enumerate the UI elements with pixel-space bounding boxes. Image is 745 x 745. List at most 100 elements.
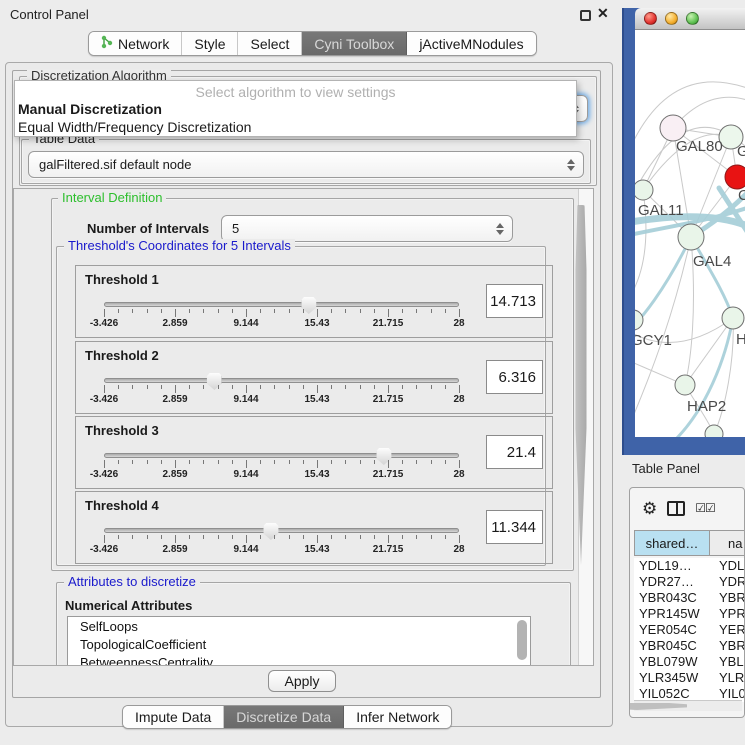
tab-impute-data[interactable]: Impute Data [123,706,224,728]
tab-style-label: Style [194,36,225,52]
tab-select[interactable]: Select [238,32,302,55]
close-traffic-light-icon[interactable] [644,12,657,25]
network-node-partial[interactable] [705,425,723,437]
slider-scale-labels: -3.4262.8599.14415.4321.71528 [104,544,459,556]
tab-cyni-toolbox[interactable]: Cyni Toolbox [302,32,407,55]
node-label: GCY1 [635,332,672,349]
gear-icon[interactable]: ⚙ [642,500,657,517]
cell: YDL19… [634,558,710,574]
slider-track[interactable] [104,378,459,383]
tab-impute-data-label: Impute Data [135,709,211,725]
attributes-group-title: Attributes to discretize [64,575,200,589]
list-item[interactable]: TopologicalCoefficient [68,635,530,653]
cell: YDR27… [634,574,710,590]
threshold-2-label: Threshold 2 [85,348,159,363]
table-header-row: shared… na [634,530,745,556]
algorithm-dropdown-popup: Select algorithm to view settings Manual… [14,80,577,137]
scrollbar-thumb[interactable] [576,205,587,565]
table-row[interactable]: YDR27… YDR2 [634,574,745,590]
table-data-combobox[interactable]: galFiltered.sif default node [28,151,584,178]
thresholds-group-title: Threshold's Coordinates for 5 Intervals [64,239,295,253]
network-node-gcy1[interactable] [635,310,643,330]
threshold-3-box: Threshold 3 -3.4262.8599.14415.4321.7152… [75,416,553,489]
tab-jactivemnodules[interactable]: jActiveMNodules [407,32,535,55]
cell: YBR043C [634,590,710,606]
tab-network[interactable]: Network [89,32,182,55]
threshold-1-label: Threshold 1 [85,272,159,287]
dropdown-option-equal-width-frequency[interactable]: Equal Width/Frequency Discretization [15,118,576,136]
table-row[interactable]: YER054C YER0 [634,622,745,638]
node-label: GAL80 [676,138,723,155]
slider-track[interactable] [104,302,459,307]
cell: YDL1 [710,558,745,574]
threshold-4-value-field[interactable]: 11.344 [486,510,543,544]
float-window-icon[interactable] [580,10,591,21]
threshold-4-slider[interactable]: -3.4262.8599.14415.4321.71528 [104,528,459,556]
tab-style[interactable]: Style [182,32,238,55]
slider-scale-labels: -3.4262.8599.14415.4321.71528 [104,318,459,330]
table-row[interactable]: YBR045C YBR0 [634,638,745,654]
split-columns-icon[interactable] [667,501,685,516]
scrollbar-thumb[interactable] [629,703,687,710]
network-node-gal4[interactable] [678,224,704,250]
table-body: YDL19… YDL1 YDR27… YDR2 YBR043C YBR0 YPR… [634,558,745,702]
dropdown-option-manual-discretization[interactable]: Manual Discretization [15,100,576,118]
slider-scale-labels: -3.4262.8599.14415.4321.71528 [104,469,459,481]
table-row[interactable]: YBR043C YBR0 [634,590,745,606]
tab-network-label: Network [118,36,169,52]
numerical-attributes-list[interactable]: SelfLoops TopologicalCoefficient Between… [67,616,531,666]
checkbox-filter-icons[interactable]: ☑☑ [695,501,715,515]
numerical-attributes-label: Numerical Attributes [65,598,192,613]
network-node-h[interactable] [722,307,744,329]
tab-discretize-data-label: Discretize Data [236,709,331,725]
threshold-1-slider[interactable]: -3.4262.8599.14415.4321.71528 [104,302,459,330]
cell: YDR2 [710,574,745,590]
column-header-name[interactable]: na [710,530,745,556]
table-data-selected-value: galFiltered.sif default node [39,157,191,172]
tab-jactivemnodules-label: jActiveMNodules [419,36,523,52]
slider-ticks [104,309,459,318]
table-row[interactable]: YBL079W YBL0 [634,654,745,670]
threshold-3-slider[interactable]: -3.4262.8599.14415.4321.71528 [104,453,459,481]
list-scrollbar[interactable] [517,620,527,660]
column-header-shared-name[interactable]: shared… [634,530,710,556]
close-icon[interactable]: ✕ [597,5,609,22]
threshold-4-label: Threshold 4 [85,498,159,513]
zoom-traffic-light-icon[interactable] [686,12,699,25]
table-row[interactable]: YPR145W YPR1 [634,606,745,622]
table-horizontal-scrollbar[interactable] [634,700,742,711]
number-of-intervals-value: 5 [232,221,239,236]
table-panel: ⚙ ☑☑ shared… na YDL19… YDL1 YDR27… YDR2 … [629,487,745,718]
tab-discretize-data[interactable]: Discretize Data [224,706,344,728]
threshold-3-value-field[interactable]: 21.4 [486,435,543,469]
threshold-2-box: Threshold 2 -3.4262.8599.14415.4321.7152… [75,341,553,414]
minimize-traffic-light-icon[interactable] [665,12,678,25]
cell: YBR045C [634,638,710,654]
network-node-selected-red[interactable] [725,165,745,189]
threshold-2-slider[interactable]: -3.4262.8599.14415.4321.71528 [104,378,459,406]
network-node-hap2[interactable] [675,375,695,395]
threshold-3-label: Threshold 3 [85,423,159,438]
top-tab-bar: Network Style Select Cyni Toolbox jActiv… [88,31,537,56]
cell: YBR0 [710,638,745,654]
list-item[interactable]: BetweennessCentrality [68,653,530,666]
threshold-1-value-field[interactable]: 14.713 [486,284,543,318]
network-window-titlebar[interactable] [635,8,745,30]
interval-definition-title: Interval Definition [58,191,166,205]
cell: YER0 [710,622,745,638]
table-row[interactable]: YDL19… YDL1 [634,558,745,574]
settings-vertical-scrollbar[interactable] [578,189,593,665]
network-node-gal11[interactable] [635,180,653,200]
network-canvas[interactable]: GAL80 G C GAL11 GAL4 GCY1 H HAP2 [635,30,745,437]
cell: YBL0 [710,654,745,670]
threshold-2-value-field[interactable]: 6.316 [486,360,543,394]
table-row[interactable]: YLR345W YLR3 [634,670,745,686]
threshold-1-box: Threshold 1 -3.4262.8599.14415.4321.7152… [75,265,553,338]
combo-arrows-icon [567,159,575,171]
apply-button[interactable]: Apply [268,670,336,692]
list-item[interactable]: SelfLoops [68,617,530,635]
tab-infer-network[interactable]: Infer Network [344,706,451,728]
cell: YPR1 [710,606,745,622]
slider-track[interactable] [104,528,459,533]
slider-track[interactable] [104,453,459,458]
